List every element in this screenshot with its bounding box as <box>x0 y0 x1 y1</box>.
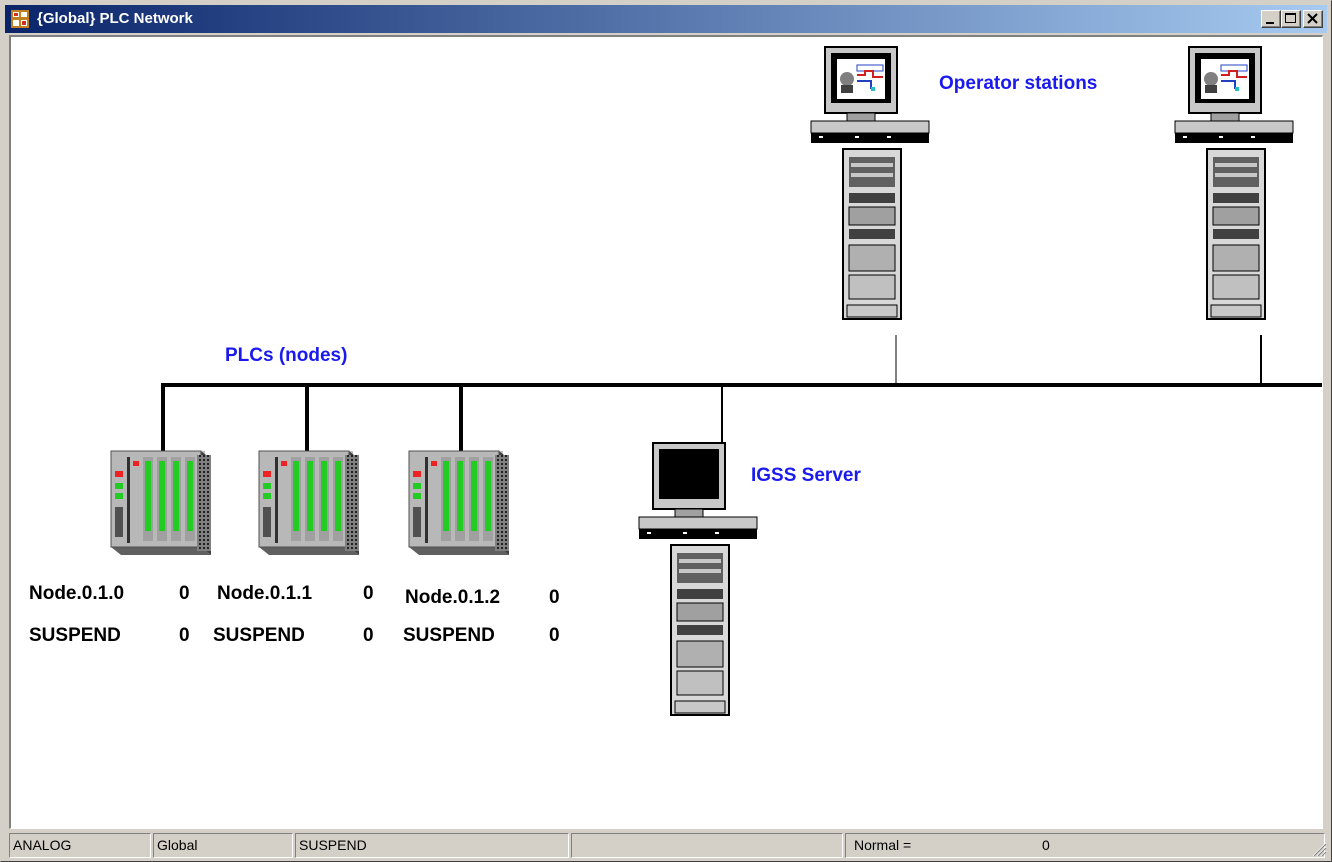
node-2-state-value: 0 <box>549 625 560 646</box>
minimize-icon <box>1266 22 1274 24</box>
node-1-state: SUSPEND <box>213 625 305 646</box>
app-icon <box>11 10 29 28</box>
plc-icon[interactable] <box>408 450 510 556</box>
node-1-name-value: 0 <box>363 583 374 604</box>
close-button[interactable] <box>1303 10 1323 28</box>
node-2-name: Node.0.1.2 <box>405 587 501 608</box>
title-bar[interactable]: {Global} PLC Network <box>5 5 1327 33</box>
window-title: {Global} PLC Network <box>37 10 193 27</box>
node-0-name-value: 0 <box>179 583 190 604</box>
status-bar: ANALOG Global SUSPEND Normal = 0 <box>5 831 1329 859</box>
status-normal-value: 0 <box>1042 837 1050 853</box>
minimize-button[interactable] <box>1261 10 1281 28</box>
plcs-label: PLCs (nodes) <box>225 345 348 366</box>
status-state: SUSPEND <box>295 833 569 858</box>
status-mode: ANALOG <box>9 833 151 858</box>
plc-icon[interactable] <box>258 450 360 556</box>
plc-network-window: {Global} PLC Network Operator stations P… <box>0 0 1332 862</box>
node-0-name: Node.0.1.0 <box>29 583 125 604</box>
status-empty <box>571 833 843 858</box>
close-icon <box>1307 13 1318 24</box>
node-1-state-value: 0 <box>363 625 374 646</box>
igss-server-label: IGSS Server <box>751 465 861 486</box>
workstation-icon[interactable] <box>1174 46 1294 320</box>
status-normal-label: Normal = <box>854 837 912 853</box>
workstation-icon[interactable] <box>638 442 758 716</box>
node-0-state-value: 0 <box>179 625 190 646</box>
diagram-canvas[interactable]: Operator stations PLCs (nodes) IGSS Serv… <box>9 35 1323 829</box>
status-normal: Normal = 0 <box>845 833 1325 858</box>
node-1-name: Node.0.1.1 <box>217 583 313 604</box>
maximize-button[interactable] <box>1281 10 1301 28</box>
node-2-name-value: 0 <box>549 587 560 608</box>
status-area: Global <box>153 833 293 858</box>
workstation-icon[interactable] <box>810 46 930 320</box>
operator-stations-label: Operator stations <box>939 73 1098 94</box>
node-2-state: SUSPEND <box>403 625 495 646</box>
resize-grip-icon[interactable] <box>1309 839 1327 857</box>
node-0-state: SUSPEND <box>29 625 121 646</box>
plc-icon[interactable] <box>110 450 212 556</box>
maximize-icon <box>1285 13 1296 23</box>
